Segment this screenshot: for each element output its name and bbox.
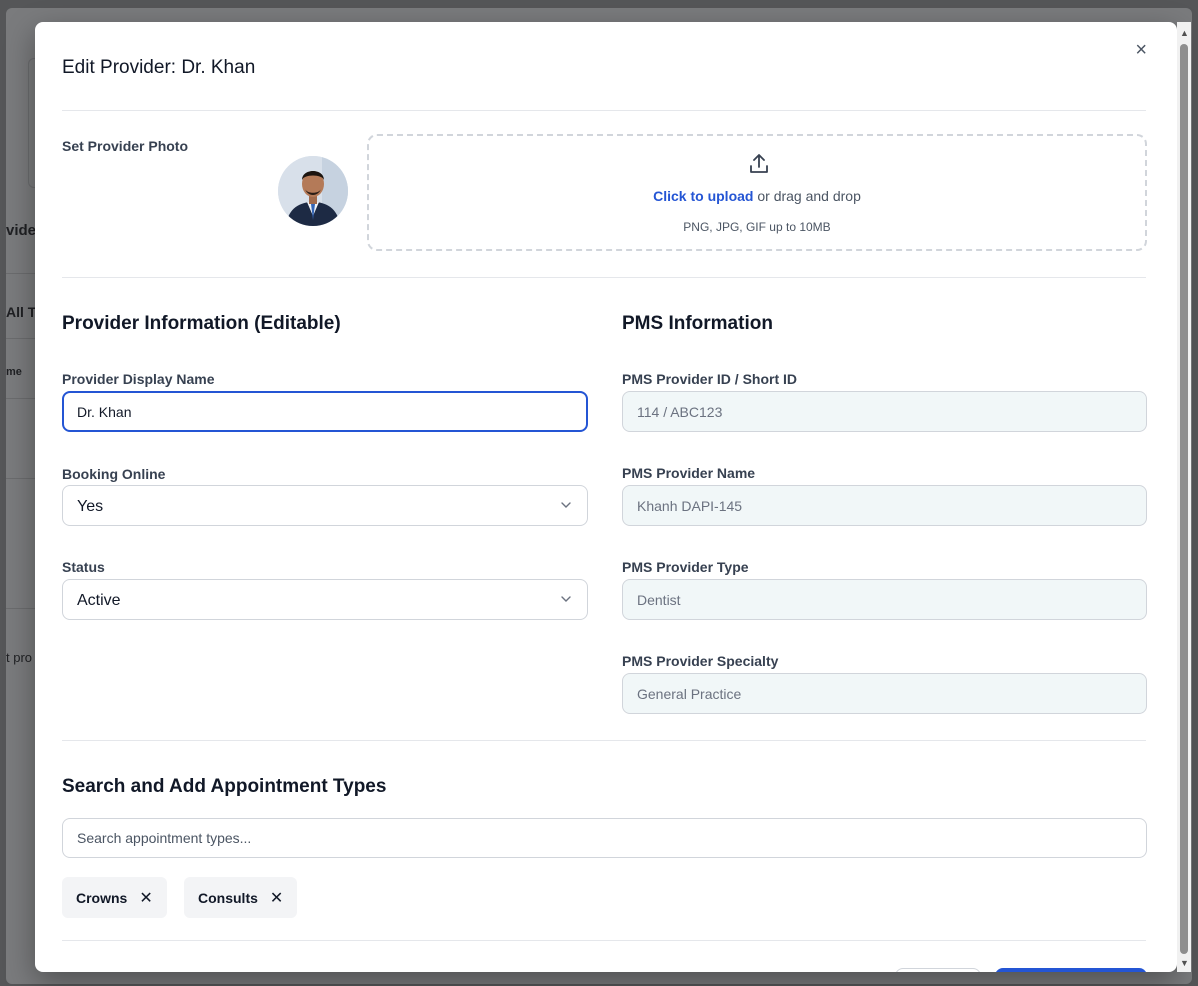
info-divider — [62, 740, 1146, 741]
chip-label: Crowns — [76, 889, 128, 906]
appointment-search-input[interactable] — [62, 818, 1147, 858]
header-divider — [62, 110, 1146, 111]
pms-id-label: PMS Provider ID / Short ID — [622, 371, 798, 387]
remove-chip-icon[interactable]: ✕ — [139, 888, 152, 908]
chevron-down-icon — [561, 502, 571, 508]
appointment-chip: Consults ✕ — [184, 877, 298, 918]
upload-instructions: Click to upload or drag and drop — [369, 188, 1145, 204]
booking-online-select[interactable]: Yes — [62, 485, 588, 526]
close-icon[interactable]: × — [1135, 40, 1147, 60]
remove-chip-icon[interactable]: ✕ — [270, 888, 283, 908]
click-to-upload-link[interactable]: Click to upload — [653, 188, 753, 204]
booking-online-label: Booking Online — [62, 466, 166, 482]
display-name-label: Provider Display Name — [62, 371, 215, 387]
background-text: vide — [6, 222, 37, 239]
upload-rest-text: or drag and drop — [753, 188, 861, 204]
background-divider — [6, 398, 36, 399]
avatar[interactable] — [278, 156, 348, 226]
background-divider — [6, 338, 36, 339]
background-divider — [6, 273, 36, 274]
save-button[interactable] — [995, 968, 1147, 972]
pms-type-field — [622, 579, 1147, 620]
display-name-input[interactable] — [62, 391, 588, 432]
upload-icon — [750, 154, 768, 173]
background-text: t pro — [6, 650, 33, 665]
provider-info-title: Provider Information (Editable) — [62, 313, 341, 334]
footer-divider — [62, 940, 1146, 941]
photo-label: Set Provider Photo — [62, 138, 189, 154]
background-divider — [6, 478, 36, 479]
cancel-button[interactable] — [895, 968, 981, 972]
edit-provider-modal: × Edit Provider: Dr. Khan Set Provider P… — [35, 22, 1177, 972]
pms-specialty-field — [622, 673, 1147, 714]
pms-type-label: PMS Provider Type — [622, 559, 749, 575]
chevron-down-icon — [561, 596, 571, 602]
modal-title: Edit Provider: Dr. Khan — [62, 57, 256, 78]
upload-dropzone[interactable]: Click to upload or drag and drop PNG, JP… — [367, 134, 1147, 251]
photo-divider — [62, 277, 1146, 278]
pms-specialty-label: PMS Provider Specialty — [622, 653, 779, 669]
pms-info-title: PMS Information — [622, 313, 773, 334]
status-select[interactable]: Active — [62, 579, 588, 620]
scrollbar-thumb[interactable] — [1180, 44, 1188, 954]
pms-id-field — [622, 391, 1147, 432]
status-label: Status — [62, 559, 105, 575]
chip-label: Consults — [198, 889, 258, 906]
appointment-types-title: Search and Add Appointment Types — [62, 776, 387, 797]
upload-hint: PNG, JPG, GIF up to 10MB — [683, 220, 831, 234]
appointment-chip: Crowns ✕ — [62, 877, 167, 918]
provider-photo — [278, 156, 348, 226]
pms-name-label: PMS Provider Name — [622, 465, 756, 481]
background-text: me — [6, 366, 22, 378]
scroll-down-icon[interactable]: ▼ — [1180, 958, 1189, 968]
background-divider — [6, 608, 36, 609]
pms-name-field — [622, 485, 1147, 526]
status-value: Active — [77, 592, 121, 609]
booking-online-value: Yes — [77, 498, 104, 515]
scroll-up-icon[interactable]: ▲ — [1180, 28, 1189, 38]
